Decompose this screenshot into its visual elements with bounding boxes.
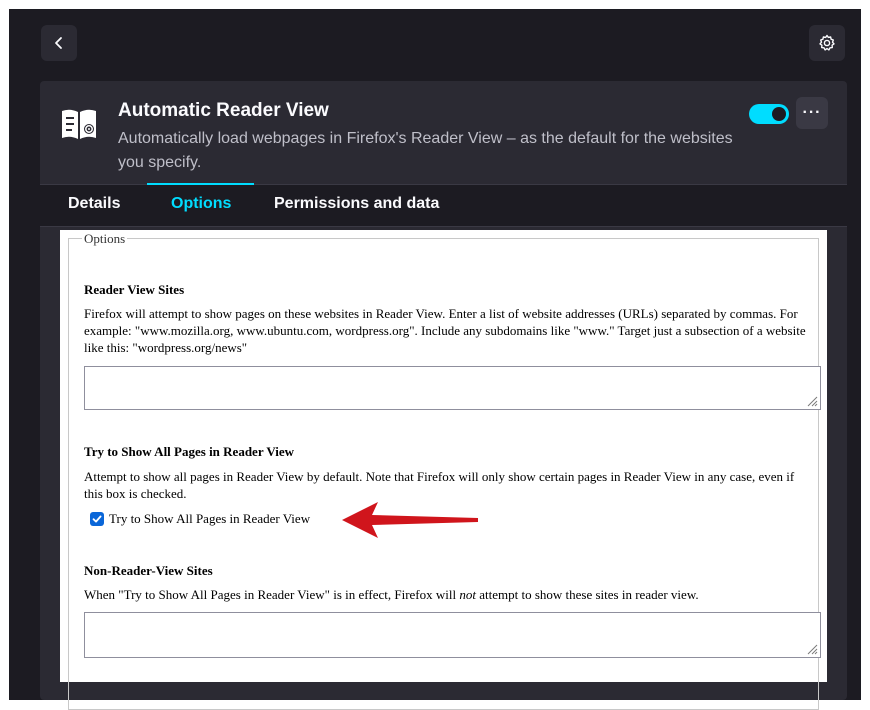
non-reader-sites-description: When "Try to Show All Pages in Reader Vi…: [84, 587, 699, 602]
active-tab-indicator: [147, 183, 254, 185]
extension-enable-toggle[interactable]: [749, 104, 789, 124]
checkmark-icon: [92, 515, 102, 523]
tab-permissions-and-data[interactable]: Permissions and data: [274, 195, 439, 213]
addon-manager-window: Automatic Reader View Automatically load…: [9, 9, 861, 710]
back-button[interactable]: [41, 25, 77, 61]
toggle-knob: [772, 107, 786, 121]
non-reader-sites-heading: Non-Reader-View Sites: [84, 563, 213, 578]
extension-description: Automatically load webpages in Firefox's…: [118, 130, 733, 171]
gear-icon: [819, 34, 835, 51]
chevron-left-icon: [55, 37, 62, 49]
all-pages-checkbox[interactable]: [90, 512, 104, 526]
reader-view-sites-heading: Reader View Sites: [84, 282, 185, 297]
tab-options[interactable]: Options: [171, 195, 231, 213]
all-pages-description: Attempt to show all pages in Reader View…: [84, 469, 795, 501]
reader-view-extension-icon: [60, 103, 98, 143]
more-options-icon: ···: [802, 104, 822, 121]
extension-card: Automatic Reader View Automatically load…: [40, 81, 847, 710]
all-pages-heading: Try to Show All Pages in Reader View: [84, 444, 295, 459]
all-pages-checkbox-label[interactable]: Try to Show All Pages in Reader View: [109, 511, 310, 527]
extension-name: Automatic Reader View: [118, 100, 329, 121]
annotation-arrow-icon: [342, 502, 478, 538]
reader-view-sites-textarea[interactable]: [84, 366, 821, 410]
resize-grip-icon[interactable]: [806, 643, 818, 655]
options-panel: Options Reader View Sites Firefox will a…: [60, 230, 827, 710]
non-reader-sites-textarea[interactable]: [84, 612, 821, 658]
resize-grip-icon[interactable]: [806, 395, 818, 407]
more-options-button[interactable]: ···: [796, 97, 828, 129]
settings-button[interactable]: [809, 25, 845, 61]
options-legend: Options: [82, 231, 128, 247]
tab-bar: Details Options Permissions and data: [40, 183, 847, 227]
tab-details[interactable]: Details: [68, 195, 120, 213]
reader-view-sites-description: Firefox will attempt to show pages on th…: [84, 306, 806, 355]
